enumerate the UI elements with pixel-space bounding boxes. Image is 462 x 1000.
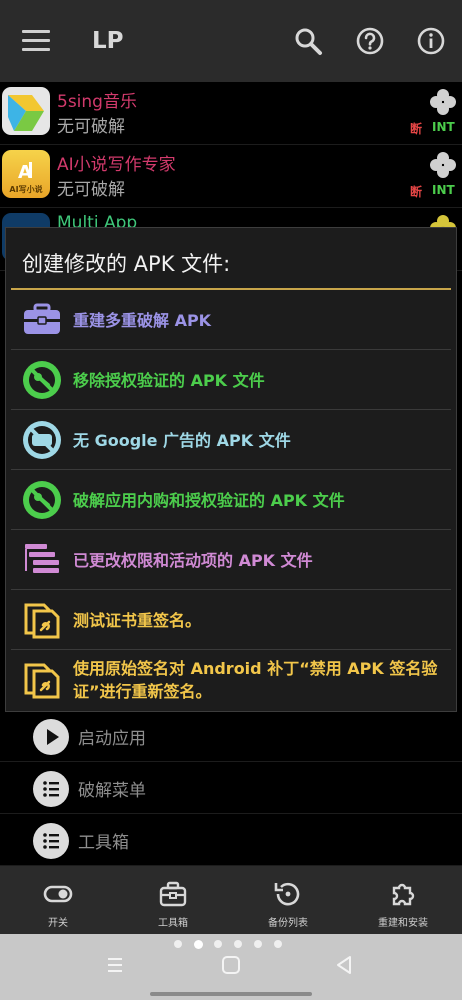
- toolbox-icon: [159, 881, 187, 907]
- back-icon[interactable]: [331, 952, 357, 978]
- option-remove-license[interactable]: 移除授权验证的 APK 文件: [11, 350, 451, 410]
- app-status: 无可破解: [57, 117, 125, 137]
- recents-icon[interactable]: [102, 952, 128, 978]
- app-title: LP: [92, 28, 124, 54]
- option-label: 移除授权验证的 APK 文件: [73, 370, 265, 390]
- menu-item-label: 启动应用: [78, 729, 146, 749]
- nav-item-switch[interactable]: 开关: [3, 866, 113, 934]
- option-label: 使用原始签名对 Android 补丁“禁用 APK 签名验证”进行重新签名。: [73, 659, 438, 701]
- menu-item-label: 破解菜单: [78, 781, 146, 801]
- app-bar: LP: [0, 0, 462, 82]
- status-tag-broken: 断: [410, 122, 423, 136]
- option-changed-permissions[interactable]: 已更改权限和活动项的 APK 文件: [11, 530, 451, 590]
- option-test-cert-resign[interactable]: 测试证书重签名。: [11, 590, 451, 650]
- app-name: AI小说写作专家: [57, 155, 176, 175]
- dialog-title: 创建修改的 APK 文件:: [22, 252, 231, 276]
- option-label: 已更改权限和活动项的 APK 文件: [73, 550, 313, 570]
- nav-label: 工具箱: [158, 918, 188, 929]
- app-row-5sing[interactable]: 5sing音乐 无可破解 断 INT: [0, 82, 462, 145]
- no-ads-icon: [23, 421, 61, 459]
- status-tag-int: INT: [432, 183, 455, 197]
- list-icon: [33, 771, 69, 807]
- nav-item-toolbox[interactable]: 工具箱: [118, 866, 228, 934]
- option-label: 重建多重破解 APK: [73, 310, 212, 330]
- page-dot: [234, 940, 242, 948]
- clover-icon: [430, 89, 456, 115]
- info-icon[interactable]: [416, 26, 446, 56]
- backup-icon: [274, 882, 300, 906]
- search-icon[interactable]: [293, 26, 323, 56]
- page-dot: [214, 940, 222, 948]
- nav-item-rebuild-install[interactable]: 重建和安装: [348, 866, 458, 934]
- status-tag-broken: 断: [410, 185, 423, 199]
- nav-label: 重建和安装: [378, 918, 428, 929]
- page-dot: [274, 940, 282, 948]
- app-name: 5sing音乐: [57, 92, 137, 112]
- status-tag-int: INT: [432, 120, 455, 134]
- play-icon: [33, 719, 69, 755]
- menu-item-label: 工具箱: [78, 833, 129, 853]
- toggle-icon: [43, 885, 73, 903]
- menu-icon[interactable]: [22, 30, 50, 52]
- permissions-icon: [25, 544, 59, 573]
- no-license-icon: [23, 481, 61, 519]
- page-dot-active: [194, 940, 203, 949]
- option-crack-iap-license[interactable]: 破解应用内购和授权验证的 APK 文件: [11, 470, 451, 530]
- system-nav-bar: [0, 934, 462, 1000]
- option-no-google-ads[interactable]: 无 Google 广告的 APK 文件: [11, 410, 451, 470]
- page-dot: [174, 940, 182, 948]
- app-icon-text: AI写小说: [9, 185, 43, 194]
- menu-item-launch-app[interactable]: 启动应用: [0, 710, 462, 762]
- app-icon-ai-writer: A AI写小说: [2, 150, 50, 198]
- menu-item-toolbox[interactable]: 工具箱: [0, 814, 462, 866]
- option-rebuild-multi-crack[interactable]: 重建多重破解 APK: [11, 290, 451, 350]
- home-icon[interactable]: [218, 952, 244, 978]
- bottom-nav: 开关 工具箱 备份列表 重建和安装: [0, 866, 462, 934]
- puzzle-icon: [392, 883, 415, 906]
- list-icon: [33, 823, 69, 859]
- toolbox-icon: [24, 303, 60, 334]
- resign-icon: [24, 663, 60, 699]
- nav-label: 开关: [48, 918, 68, 929]
- resign-icon: [24, 603, 60, 639]
- option-label: 测试证书重签名。: [73, 610, 202, 630]
- menu-item-crack-menu[interactable]: 破解菜单: [0, 762, 462, 814]
- no-license-icon: [23, 361, 61, 399]
- nav-label: 备份列表: [268, 918, 308, 929]
- clover-icon: [430, 152, 456, 178]
- option-label: 破解应用内购和授权验证的 APK 文件: [73, 490, 345, 510]
- nav-item-backup-list[interactable]: 备份列表: [233, 866, 343, 934]
- app-status: 无可破解: [57, 180, 125, 200]
- option-original-sign-resign[interactable]: 使用原始签名对 Android 补丁“禁用 APK 签名验证”进行重新签名。: [11, 650, 451, 710]
- page-dot: [254, 940, 262, 948]
- help-icon[interactable]: [355, 26, 385, 56]
- option-label: 无 Google 广告的 APK 文件: [73, 430, 291, 450]
- app-row-ai-writer[interactable]: A AI写小说 AI小说写作专家 无可破解 断 INT: [0, 145, 462, 208]
- app-icon-5sing: [2, 87, 50, 135]
- gesture-handle[interactable]: [150, 992, 312, 996]
- create-apk-dialog: 创建修改的 APK 文件: 重建多重破解 APK 移除授权验证的 APK 文件 …: [5, 227, 457, 712]
